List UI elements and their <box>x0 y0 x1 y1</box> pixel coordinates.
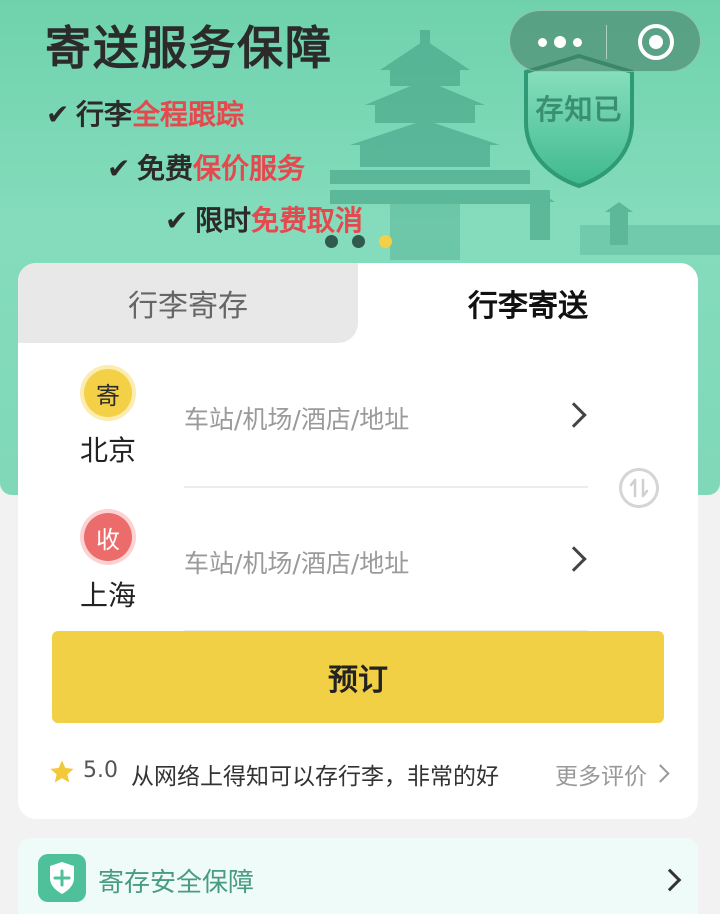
capsule-divider <box>606 25 607 59</box>
to-city[interactable]: 上海 <box>68 574 148 614</box>
safety-guarantee-card[interactable]: 寄存安全保障 <box>18 838 698 914</box>
from-address-input[interactable]: 车站/机场/酒店/地址 <box>184 400 409 436</box>
banner-bullet-tracking: ✔ 行李全程跟踪 <box>46 98 245 131</box>
receive-badge: 收 <box>84 513 132 561</box>
shield-plus-icon <box>38 854 86 902</box>
chevron-right-icon[interactable] <box>561 546 587 572</box>
tab-luggage-storage[interactable]: 行李寄存 <box>18 263 358 343</box>
banner-bullet-cancel: ✔ 限时免费取消 <box>165 204 364 237</box>
book-button[interactable]: 预订 <box>52 631 664 723</box>
check-icon: ✔ <box>165 204 189 237</box>
booking-card: 行李寄存 行李寄送 寄 北京 车站/机场/酒店/地址 收 上海 车站/机场/酒店… <box>18 263 698 819</box>
banner-bullet-insurance: ✔ 免费保价服务 <box>107 152 306 185</box>
more-options-icon[interactable] <box>538 29 582 55</box>
to-address-input[interactable]: 车站/机场/酒店/地址 <box>184 544 409 580</box>
carousel-dot[interactable] <box>352 235 365 248</box>
more-reviews-link[interactable]: 更多评价 <box>555 757 647 791</box>
chevron-right-icon[interactable] <box>651 764 670 783</box>
divider <box>184 486 588 488</box>
tab-luggage-delivery[interactable]: 行李寄送 <box>358 263 698 343</box>
swap-direction-icon[interactable] <box>619 468 659 508</box>
close-miniprogram-icon[interactable] <box>638 24 674 60</box>
star-icon <box>50 760 74 783</box>
shield-logo-text: 存知已 <box>535 93 623 126</box>
banner-headline: 寄送服务保障 <box>45 21 333 75</box>
check-icon: ✔ <box>46 98 70 131</box>
safety-guarantee-label: 寄存安全保障 <box>98 868 255 898</box>
chevron-right-icon[interactable] <box>561 402 587 428</box>
service-tabs: 行李寄存 行李寄送 <box>18 263 698 343</box>
from-city[interactable]: 北京 <box>68 429 148 469</box>
check-icon: ✔ <box>107 152 131 185</box>
send-badge: 寄 <box>84 369 132 417</box>
carousel-indicator <box>325 235 392 248</box>
review-row[interactable]: 5.0 从网络上得知可以存行李，非常的好 更多评价 <box>48 756 678 792</box>
review-score: 5.0 <box>83 758 118 783</box>
carousel-dot-active[interactable] <box>379 235 392 248</box>
review-text: 从网络上得知可以存行李，非常的好 <box>131 764 499 790</box>
miniprogram-capsule <box>509 10 701 72</box>
carousel-dot[interactable] <box>325 235 338 248</box>
chevron-right-icon[interactable] <box>658 868 682 892</box>
